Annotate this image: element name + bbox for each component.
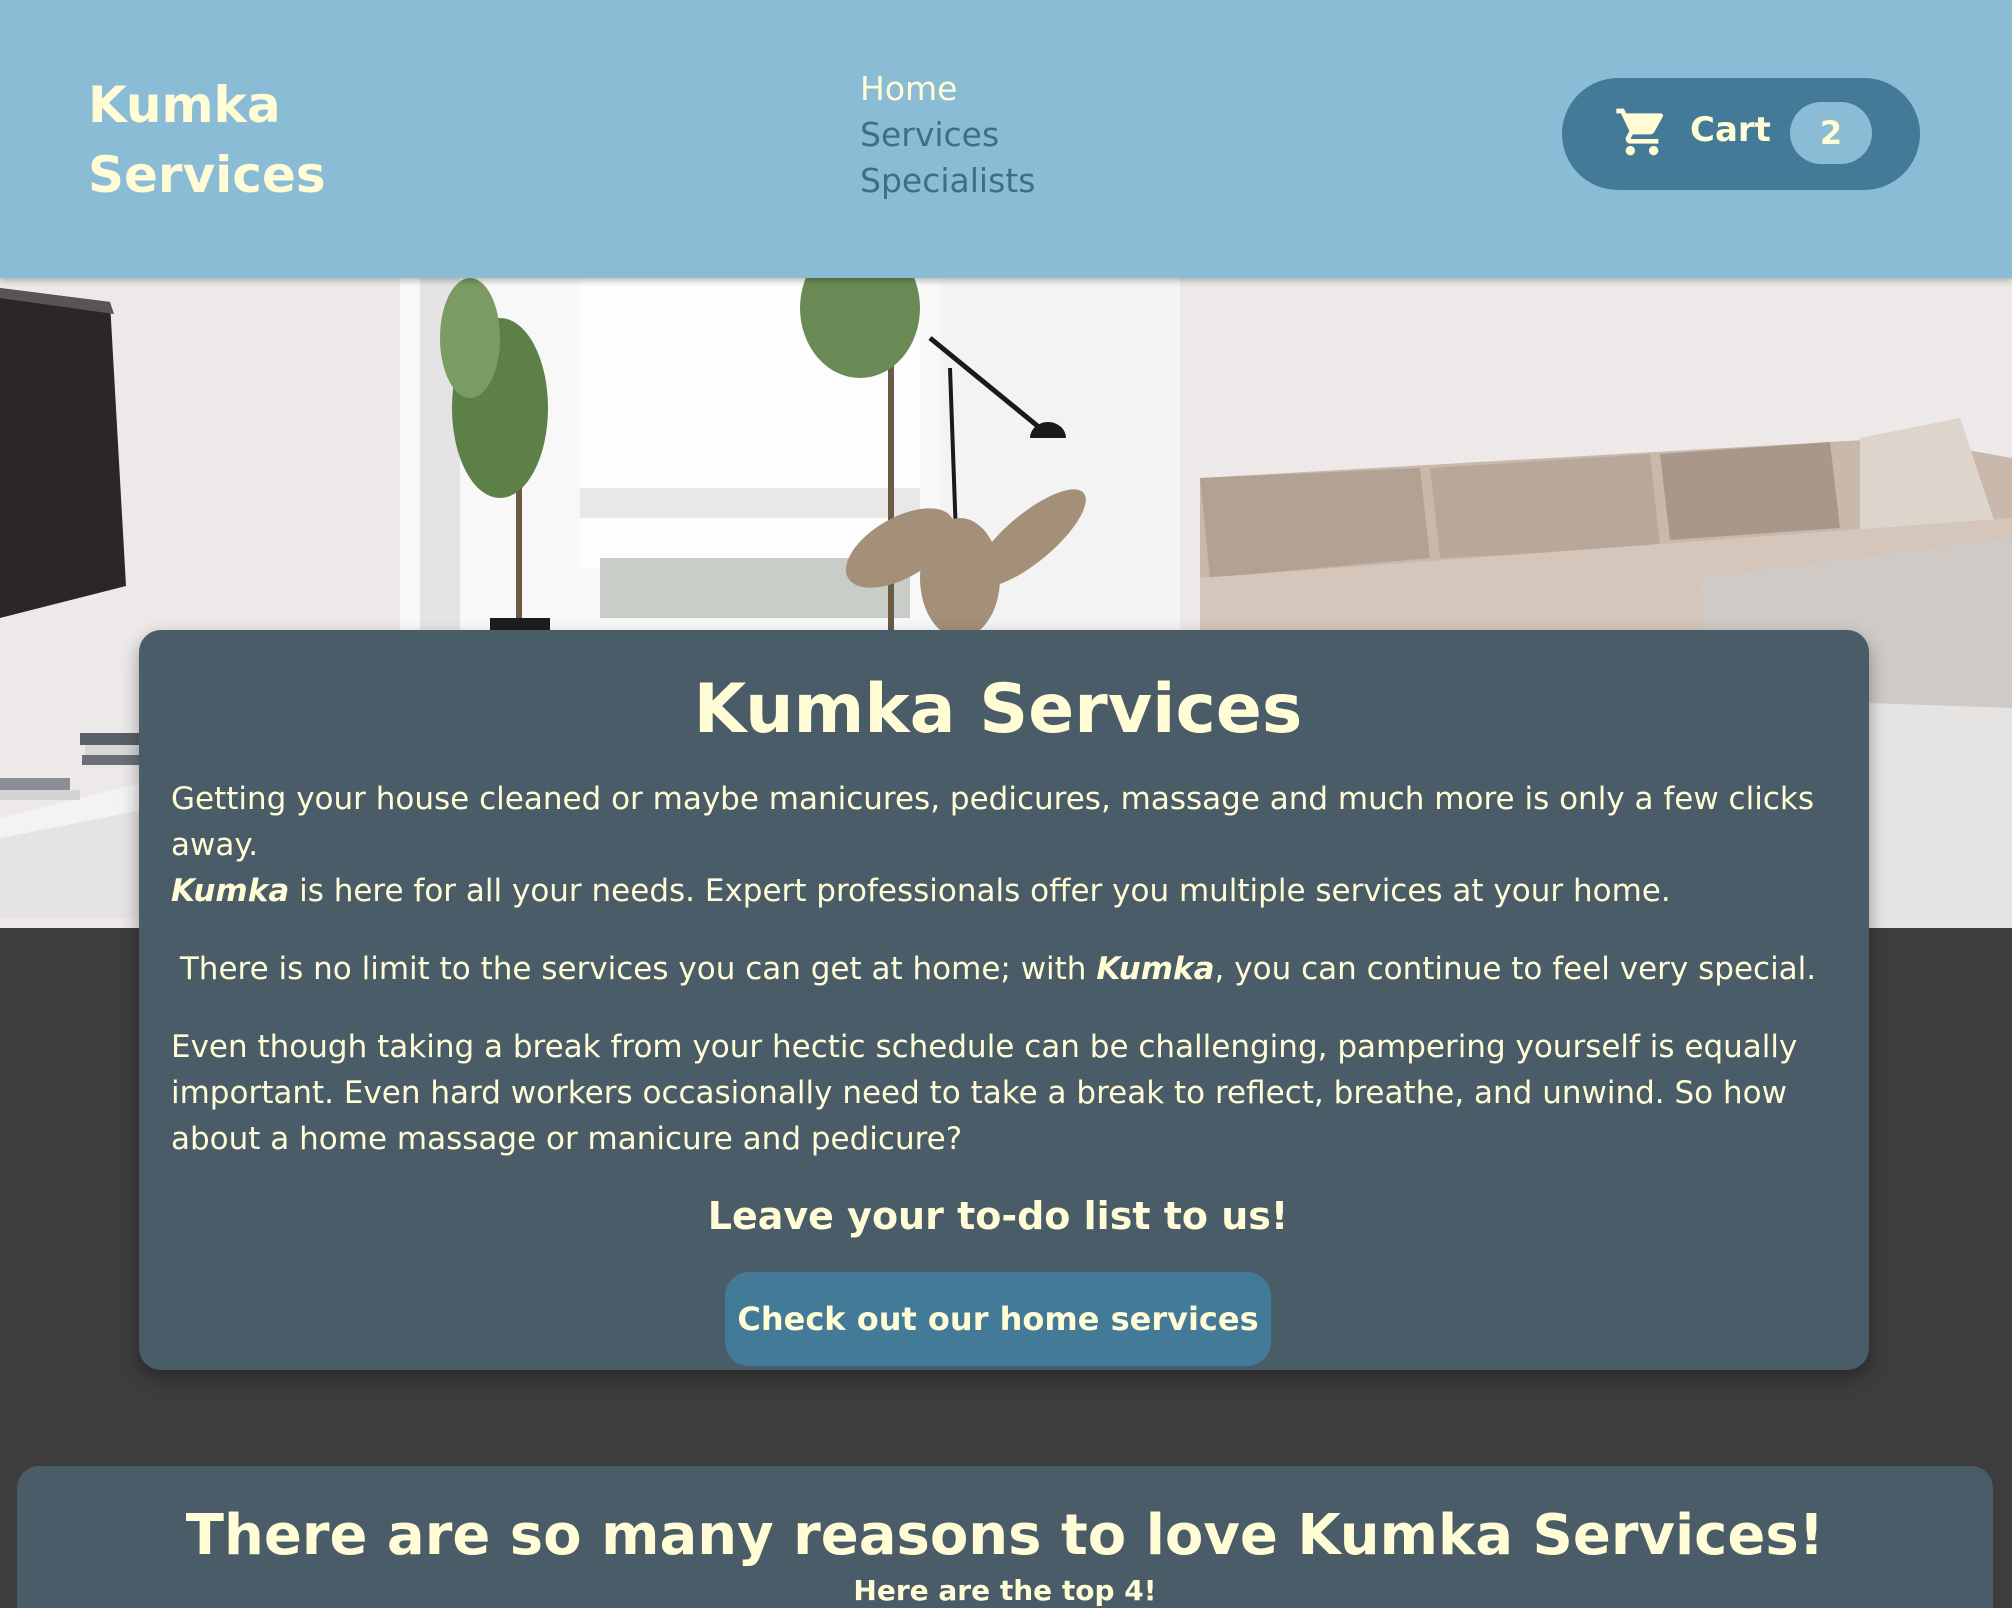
check-out-services-button[interactable]: Check out our home services [725,1272,1271,1366]
reasons-card: There are so many reasons to love Kumka … [17,1466,1993,1608]
site-header: Kumka Services Home Services Specialists… [0,0,2012,278]
intro-card: Kumka Services Getting your house cleane… [139,630,1869,1370]
intro-paragraph-3: Even though taking a break from your hec… [171,1029,1798,1157]
intro-p2-start: There is no limit to the services you ca… [179,951,1097,987]
intro-p1-rest: is here for all your needs. Expert profe… [289,873,1671,909]
cart-count-badge: 2 [1790,102,1872,164]
nav-item-specialists[interactable]: Specialists [860,158,1035,204]
nav-item-home[interactable]: Home [860,66,1035,112]
reasons-title: There are so many reasons to love Kumka … [185,1503,1825,1568]
cart-button[interactable]: Cart 2 [1562,78,1920,190]
intro-p2-end: , you can continue to feel very special. [1214,951,1817,987]
nav-item-services[interactable]: Services [860,112,1035,158]
reasons-subtitle: Here are the top 4! [853,1574,1157,1607]
brand-line-1: Kumka [88,76,281,134]
intro-paragraph-1: Getting your house cleaned or maybe mani… [171,776,1825,914]
intro-p1-text: Getting your house cleaned or maybe mani… [171,781,1814,863]
intro-p1-brand: Kumka [171,873,290,909]
shopping-cart-icon [1616,108,1664,156]
intro-p2-brand: Kumka [1096,951,1215,987]
intro-paragraph-2: There is no limit to the services you ca… [171,946,1825,992]
intro-title: Kumka Services [693,670,1303,749]
brand-logo[interactable]: Kumka Services [88,70,326,210]
intro-tagline: Leave your to-do list to us! [707,1194,1289,1238]
cart-label: Cart [1690,110,1771,150]
main-nav: Home Services Specialists [860,66,1035,204]
brand-line-2: Services [88,146,326,204]
